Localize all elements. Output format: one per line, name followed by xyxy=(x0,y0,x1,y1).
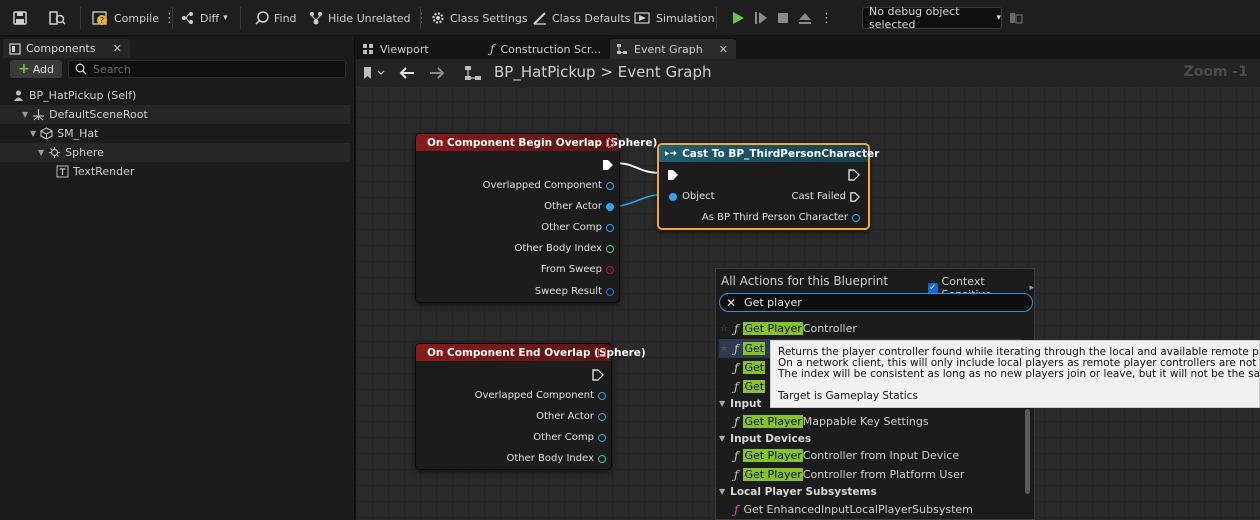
pin-label: Overlapped Component xyxy=(482,180,602,191)
pin-socket[interactable] xyxy=(669,192,677,201)
pin-label: From Sweep xyxy=(540,264,602,275)
node-title: On Component End Overlap (Sphere) xyxy=(427,346,646,359)
pin-socket[interactable] xyxy=(606,265,614,274)
action-label: Controller from Platform User xyxy=(802,468,965,481)
function-icon: ƒ xyxy=(734,448,739,463)
pin-label: Sweep Result xyxy=(534,286,602,297)
cast-arrow-icon: ▸➜ xyxy=(665,148,678,159)
pin-label: Other Comp xyxy=(533,432,594,443)
exec-output-pin[interactable] xyxy=(592,369,604,381)
pin-label: As BP Third Person Character xyxy=(701,212,848,223)
pin-object[interactable]: Object xyxy=(669,191,715,202)
graph-wires xyxy=(606,162,669,208)
pin-as-character[interactable]: As BP Third Person Character xyxy=(702,212,860,223)
expand-arrow-icon[interactable]: ▼ xyxy=(719,399,725,408)
function-icon: ƒ xyxy=(734,360,739,375)
actions-menu-title: All Actions for this Blueprint xyxy=(721,274,889,288)
pin-label: Overlapped Component xyxy=(474,390,594,401)
node-header: On Component Begin Overlap (Sphere) xyxy=(416,134,657,151)
chevron-right-icon: ▸ xyxy=(1029,283,1034,293)
actions-scrollbar[interactable] xyxy=(1025,409,1030,494)
node-header: ▸➜ Cast To BP_ThirdPersonCharacter xyxy=(659,145,879,162)
pin-other-actor[interactable]: Other Actor xyxy=(544,201,614,212)
pin-from-sweep[interactable]: From Sweep xyxy=(541,264,614,275)
node-header: On Component End Overlap (Sphere) xyxy=(416,344,646,361)
exec-output-pin[interactable] xyxy=(850,191,860,202)
pin-socket[interactable] xyxy=(598,433,606,442)
exec-input-pin[interactable] xyxy=(667,169,679,181)
tooltip-target: Target is Gameplay Statics xyxy=(778,390,918,402)
action-item[interactable]: ƒ Get PlayerController from Input Device xyxy=(719,446,1021,465)
clear-search-icon[interactable]: ✕ xyxy=(726,296,736,310)
pin-label: Other Actor xyxy=(544,201,602,212)
delegate-pin-icon[interactable] xyxy=(598,349,606,357)
pin-socket[interactable] xyxy=(606,244,614,253)
pin-socket[interactable] xyxy=(852,213,860,222)
match-highlight: Get Player xyxy=(743,468,803,481)
action-label: Controller from Input Device xyxy=(802,449,960,462)
category-label: Input xyxy=(730,397,762,410)
function-icon: ƒ xyxy=(734,379,739,394)
cast-node[interactable]: ▸➜ Cast To BP_ThirdPersonCharacter Objec… xyxy=(657,143,879,230)
pin-overlapped-component[interactable]: Overlapped Component xyxy=(475,390,606,401)
pin-overlapped-component[interactable]: Overlapped Component xyxy=(483,180,614,191)
pin-other-body-index[interactable]: Other Body Index xyxy=(506,453,606,464)
action-item[interactable]: ☆ ƒ Get PlayerController xyxy=(719,319,1021,338)
pin-label: Object xyxy=(682,191,715,202)
action-item[interactable]: ƒ Get EnhancedInputLocalPlayerSubsystem xyxy=(719,500,1021,519)
pin-socket[interactable] xyxy=(598,454,606,463)
match-highlight: Get xyxy=(743,380,766,393)
actions-search-input[interactable]: ✕ Get player xyxy=(719,293,1033,312)
action-category-local-player-subsystems[interactable]: ▼ Local Player Subsystems xyxy=(719,482,1021,501)
pin-other-comp[interactable]: Other Comp xyxy=(533,432,606,443)
pin-socket[interactable] xyxy=(606,181,614,190)
pin-label: Other Body Index xyxy=(506,453,594,464)
pin-socket[interactable] xyxy=(598,391,606,400)
pin-other-comp[interactable]: Other Comp xyxy=(541,222,614,233)
favorite-star-icon[interactable]: ☆ xyxy=(719,324,729,334)
pin-other-body-index[interactable]: Other Body Index xyxy=(514,243,614,254)
pin-label: Cast Failed xyxy=(791,191,846,202)
pin-cast-failed[interactable]: Cast Failed xyxy=(792,191,860,202)
exec-output-pin[interactable] xyxy=(602,159,614,171)
pin-socket[interactable] xyxy=(606,202,614,211)
actions-search-value: Get player xyxy=(744,296,802,309)
match-highlight: Get xyxy=(743,342,766,355)
function-icon: ƒ xyxy=(734,341,739,356)
pin-socket[interactable] xyxy=(606,223,614,232)
checkbox-checked-icon[interactable]: ✓ xyxy=(928,282,938,294)
match-highlight: Get xyxy=(743,361,766,374)
action-label: Controller xyxy=(802,322,857,335)
pin-socket[interactable] xyxy=(606,287,614,296)
pin-label: Other Body Index xyxy=(514,243,602,254)
tooltip-line: The index will be consistent as long as … xyxy=(778,368,1260,380)
function-icon: ƒ xyxy=(734,414,739,429)
begin-overlap-node[interactable]: On Component Begin Overlap (Sphere) Over… xyxy=(415,133,657,303)
pin-sweep-result[interactable]: Sweep Result xyxy=(535,286,614,297)
pin-label: Other Comp xyxy=(541,222,602,233)
pin-label: Other Actor xyxy=(536,411,594,422)
expand-arrow-icon[interactable]: ▼ xyxy=(719,434,725,443)
category-label: Local Player Subsystems xyxy=(730,485,877,498)
action-label: Get EnhancedInputLocalPlayerSubsystem xyxy=(743,503,973,516)
pin-other-actor[interactable]: Other Actor xyxy=(536,411,606,422)
action-tooltip: Returns the player controller found whil… xyxy=(770,340,1260,408)
end-overlap-node[interactable]: On Component End Overlap (Sphere) Overla… xyxy=(415,343,646,470)
category-label: Input Devices xyxy=(730,432,812,445)
function-icon: ƒ xyxy=(734,321,739,336)
expand-arrow-icon[interactable]: ▼ xyxy=(719,487,725,496)
match-highlight: Get Player xyxy=(743,449,803,462)
pin-socket[interactable] xyxy=(598,412,606,421)
exec-output-pin[interactable] xyxy=(848,169,860,181)
match-highlight: Get Player xyxy=(743,415,803,428)
node-title: On Component Begin Overlap (Sphere) xyxy=(427,136,658,149)
favorite-star-icon[interactable]: ★ xyxy=(719,344,729,354)
action-label: Mappable Key Settings xyxy=(802,415,929,428)
node-title: Cast To BP_ThirdPersonCharacter xyxy=(682,147,880,160)
match-highlight: Get Player xyxy=(743,322,803,335)
function-icon: ƒ xyxy=(734,467,739,482)
function-icon: ƒ xyxy=(734,502,739,517)
delegate-pin-icon[interactable] xyxy=(606,139,614,147)
